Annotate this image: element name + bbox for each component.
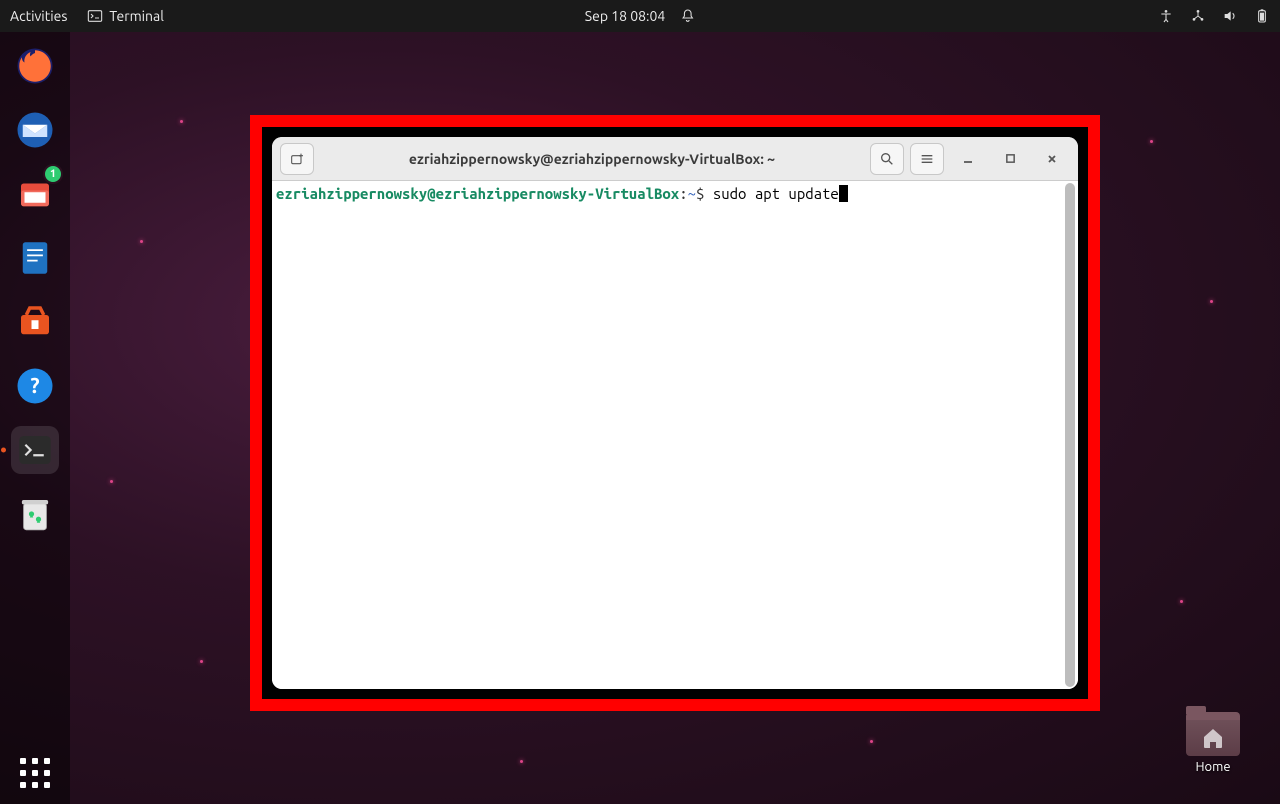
dock: 1 ? (0, 32, 70, 804)
terminal-app-icon (14, 429, 56, 471)
desktop-home-folder[interactable]: Home (1186, 712, 1240, 774)
window-title: ezriahzippernowsky@ezriahzippernowsky-Vi… (320, 151, 864, 167)
minimize-button[interactable] (950, 143, 986, 175)
topbar-app-indicator[interactable]: Terminal (87, 8, 164, 24)
search-button[interactable] (870, 143, 904, 175)
prompt-path: ~ (688, 185, 696, 202)
firefox-icon (14, 45, 56, 87)
command-text: sudo apt update (713, 185, 839, 202)
svg-text:?: ? (30, 373, 39, 397)
terminal-body[interactable]: ezriahzippernowsky@ezriahzippernowsky-Vi… (272, 181, 1078, 689)
annotation-highlight: ezriahzippernowsky@ezriahzippernowsky-Vi… (250, 115, 1100, 711)
cursor (839, 185, 848, 202)
dock-trash[interactable] (11, 490, 59, 538)
terminal-line: ezriahzippernowsky@ezriahzippernowsky-Vi… (276, 185, 1074, 202)
accessibility-icon[interactable] (1158, 8, 1174, 24)
volume-icon[interactable] (1222, 8, 1238, 24)
ubuntu-software-icon (14, 301, 56, 343)
dock-software[interactable] (11, 298, 59, 346)
prompt-separator: : (679, 185, 687, 202)
prompt-user-host: ezriahzippernowsky@ezriahzippernowsky-Vi… (276, 185, 679, 202)
maximize-button[interactable] (992, 143, 1028, 175)
scrollbar[interactable] (1065, 183, 1075, 687)
hamburger-menu-button[interactable] (910, 143, 944, 175)
running-indicator-dot (1, 448, 6, 453)
close-button[interactable] (1034, 143, 1070, 175)
help-icon: ? (14, 365, 56, 407)
files-badge: 1 (43, 164, 63, 184)
libreoffice-writer-icon (14, 237, 56, 279)
battery-icon[interactable] (1254, 8, 1270, 24)
hamburger-icon (919, 151, 935, 167)
dock-terminal[interactable] (11, 426, 59, 474)
maximize-icon (1005, 153, 1016, 164)
network-icon[interactable] (1190, 8, 1206, 24)
new-tab-button[interactable] (280, 143, 314, 175)
dock-writer[interactable] (11, 234, 59, 282)
dock-thunderbird[interactable] (11, 106, 59, 154)
dock-help[interactable]: ? (11, 362, 59, 410)
top-bar: Activities Terminal Sep 18 08:04 (0, 0, 1280, 32)
show-applications-button[interactable] (16, 754, 54, 792)
folder-icon (1186, 712, 1240, 756)
notification-icon[interactable] (679, 8, 695, 24)
topbar-app-label: Terminal (109, 8, 164, 24)
terminal-window: ezriahzippernowsky@ezriahzippernowsky-Vi… (272, 137, 1078, 689)
clock[interactable]: Sep 18 08:04 (585, 8, 666, 24)
terminal-titlebar: ezriahzippernowsky@ezriahzippernowsky-Vi… (272, 137, 1078, 181)
home-label: Home (1195, 760, 1230, 774)
close-icon (1046, 153, 1058, 165)
new-tab-icon (289, 151, 305, 167)
thunderbird-icon (14, 109, 56, 151)
prompt-symbol: $ (696, 185, 713, 202)
terminal-icon (87, 8, 103, 24)
search-icon (879, 151, 895, 167)
minimize-icon (962, 153, 974, 165)
dock-firefox[interactable] (11, 42, 59, 90)
trash-icon (14, 493, 56, 535)
dock-files[interactable]: 1 (11, 170, 59, 218)
activities-button[interactable]: Activities (10, 8, 67, 24)
